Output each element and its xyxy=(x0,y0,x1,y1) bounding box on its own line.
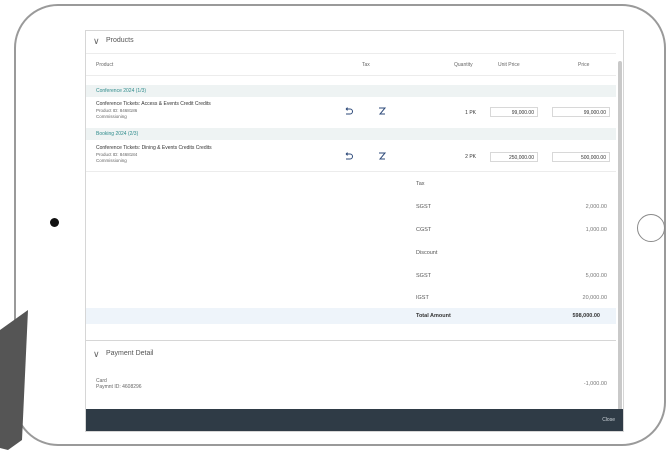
products-section-title: Products xyxy=(106,37,134,44)
edit-icon[interactable] xyxy=(377,106,387,116)
discount-row-2-value: 20,000.00 xyxy=(582,295,607,301)
product-sub-1: Commissioning xyxy=(96,114,127,119)
payment-amount: -1,000.00 xyxy=(583,381,607,387)
unit-price-2: 250,000.00 xyxy=(508,155,534,161)
col-unit-price: Unit Price xyxy=(498,62,520,68)
home-button[interactable] xyxy=(637,214,665,242)
discount-row-1-value: 5,000.00 xyxy=(585,273,607,279)
payment-divider xyxy=(86,340,616,341)
total-value: 598,000.00 xyxy=(572,313,600,319)
footer-bar: Close xyxy=(86,409,623,431)
unit-price-box-2[interactable]: 250,000.00 xyxy=(490,152,538,162)
product-sub-2: Commissioning xyxy=(96,158,127,163)
product-id-2: Product ID: 8468184 xyxy=(96,152,138,157)
tax-row-1-label: SGST xyxy=(416,204,431,210)
products-section-header[interactable]: ∨ Products xyxy=(86,31,616,54)
camera-dot xyxy=(50,218,59,227)
price-box-2[interactable]: 500,000.00 xyxy=(552,152,610,162)
tax-row-2-value: 1,000.00 xyxy=(585,227,607,233)
col-product: Product xyxy=(96,62,114,68)
col-tax: Tax xyxy=(362,62,370,68)
price-2: 500,000.00 xyxy=(580,155,606,161)
chevron-down-icon[interactable]: ∨ xyxy=(93,349,100,360)
payment-id: Paymnt ID: 4608296 xyxy=(96,384,142,390)
group-header-2: Booking 2024 (2/3) xyxy=(86,128,616,140)
product-id-1: Product ID: 8468186 xyxy=(96,108,138,113)
chevron-down-icon[interactable]: ∨ xyxy=(93,36,100,47)
discount-heading: Discount xyxy=(416,250,438,256)
price-1: 99,000.00 xyxy=(583,110,606,116)
unit-price-box-1[interactable]: 99,000.00 xyxy=(490,107,538,117)
unit-price-1: 99,000.00 xyxy=(511,110,534,116)
col-quantity: Quantity xyxy=(454,62,473,68)
edit-icon[interactable] xyxy=(377,151,387,161)
qty-2: 2 PK xyxy=(465,154,476,160)
undo-icon[interactable] xyxy=(343,151,353,161)
header-divider xyxy=(86,75,616,76)
undo-icon[interactable] xyxy=(343,106,353,116)
col-price: Price xyxy=(578,62,590,68)
decorative-stripe xyxy=(0,310,28,450)
group-label-2: Booking 2024 (2/3) xyxy=(96,131,139,137)
tax-heading: Tax xyxy=(416,181,425,187)
tax-row-2-label: CGST xyxy=(416,227,432,233)
discount-row-1-label: SGST xyxy=(416,273,431,279)
payment-section-title: Payment Detail xyxy=(106,350,154,357)
payment-section-header[interactable]: ∨ Payment Detail xyxy=(86,343,616,365)
qty-1: 1 PK xyxy=(465,110,476,116)
total-label: Total Amount xyxy=(416,313,451,319)
total-amount-row: Total Amount 598,000.00 xyxy=(86,308,616,324)
tax-row-1-value: 2,000.00 xyxy=(585,204,607,210)
discount-row-2-label: IGST xyxy=(416,295,429,301)
price-box-1[interactable]: 99,000.00 xyxy=(552,107,610,117)
product-name-1[interactable]: Conference Tickets: Access & Events Cred… xyxy=(96,101,211,107)
products-divider xyxy=(86,171,616,172)
product-name-2[interactable]: Conference Tickets: Dining & Events Cred… xyxy=(96,145,212,151)
close-button[interactable]: Close xyxy=(602,417,615,423)
app-screen: ∨ Products Product Tax Quantity Unit Pri… xyxy=(85,30,624,432)
scrollbar[interactable] xyxy=(618,61,622,411)
group-label-1: Conference 2024 (1/3) xyxy=(96,88,147,94)
group-header-1: Conference 2024 (1/3) xyxy=(86,85,616,97)
